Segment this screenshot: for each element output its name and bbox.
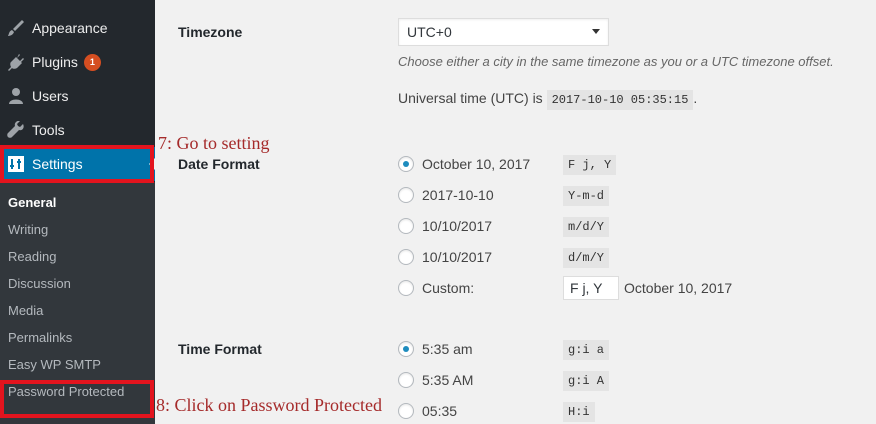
- date-format-option-2[interactable]: 2017-10-10: [422, 187, 494, 203]
- date-format-radio-3[interactable]: [398, 218, 414, 234]
- time-format-option-1[interactable]: 5:35 am: [422, 341, 473, 357]
- timezone-selected-value: UTC+0: [407, 24, 452, 40]
- admin-sidebar: Appearance Plugins 1 Users Tools Setting…: [0, 0, 155, 424]
- time-format-option-3[interactable]: 05:35: [422, 403, 457, 419]
- wrench-icon: [6, 120, 26, 140]
- date-format-radio-custom[interactable]: [398, 280, 414, 296]
- date-format-radio-2[interactable]: [398, 187, 414, 203]
- universal-time-label: Universal time (UTC) is: [398, 90, 543, 106]
- date-format-radio-4[interactable]: [398, 249, 414, 265]
- paintbrush-icon: [6, 18, 26, 38]
- menu-item-tools[interactable]: Tools: [0, 113, 155, 147]
- date-format-option-1[interactable]: October 10, 2017: [422, 156, 530, 172]
- time-format-radio-1[interactable]: [398, 341, 414, 357]
- date-format-custom-label[interactable]: Custom:: [422, 280, 474, 296]
- timezone-label: Timezone: [178, 24, 243, 40]
- time-format-option-2[interactable]: 5:35 AM: [422, 372, 473, 388]
- time-format-label: Time Format: [178, 341, 262, 357]
- users-icon: [6, 86, 26, 106]
- step8-annotation: 8: Click on Password Protected: [156, 395, 382, 415]
- time-format-code-1: g:i a: [563, 340, 610, 360]
- date-format-code-1: F j, Y: [563, 155, 617, 175]
- step7-annotation: 7: Go to setting: [158, 133, 270, 153]
- submenu-discussion[interactable]: Discussion: [8, 276, 71, 291]
- date-format-option-3[interactable]: 10/10/2017: [422, 218, 492, 234]
- time-format-radio-2[interactable]: [398, 372, 414, 388]
- date-format-radio-1[interactable]: [398, 156, 414, 172]
- date-format-option-4[interactable]: 10/10/2017: [422, 249, 492, 265]
- time-format-code-2: g:i A: [563, 371, 610, 391]
- time-format-code-3: H:i: [563, 402, 595, 422]
- submenu-writing[interactable]: Writing: [8, 222, 48, 237]
- universal-time-row: Universal time (UTC) is 2017-10-10 05:35…: [398, 90, 698, 110]
- date-format-custom-input[interactable]: F j, Y: [563, 276, 619, 300]
- menu-label-tools: Tools: [32, 122, 65, 138]
- submenu-permalinks[interactable]: Permalinks: [8, 330, 72, 345]
- password-protected-highlight-box: [0, 380, 154, 418]
- menu-item-appearance[interactable]: Appearance: [0, 11, 155, 45]
- timezone-select[interactable]: UTC+0: [398, 18, 609, 46]
- submenu-reading[interactable]: Reading: [8, 249, 56, 264]
- date-format-label: Date Format: [178, 156, 260, 172]
- settings-highlight-box: [0, 145, 154, 183]
- date-format-code-2: Y-m-d: [563, 186, 610, 206]
- date-format-code-3: m/d/Y: [563, 217, 610, 237]
- plugin-icon: [6, 52, 26, 72]
- time-format-radio-3[interactable]: [398, 403, 414, 419]
- universal-time-suffix: .: [693, 90, 698, 106]
- menu-label-appearance: Appearance: [32, 20, 108, 36]
- date-format-code-4: d/m/Y: [563, 248, 610, 268]
- menu-label-plugins: Plugins: [32, 54, 78, 70]
- submenu-media[interactable]: Media: [8, 303, 43, 318]
- submenu-easy-wp-smtp[interactable]: Easy WP SMTP: [8, 357, 101, 372]
- universal-time-value: 2017-10-10 05:35:15: [546, 90, 694, 110]
- plugin-update-badge: 1: [83, 53, 101, 71]
- chevron-down-icon: [592, 29, 600, 34]
- submenu-general[interactable]: General: [8, 195, 56, 210]
- menu-label-users: Users: [32, 88, 69, 104]
- date-format-custom-preview: October 10, 2017: [624, 280, 733, 296]
- timezone-description: Choose either a city in the same timezon…: [398, 54, 834, 69]
- menu-item-users[interactable]: Users: [0, 79, 155, 113]
- menu-item-plugins[interactable]: Plugins 1: [0, 45, 155, 79]
